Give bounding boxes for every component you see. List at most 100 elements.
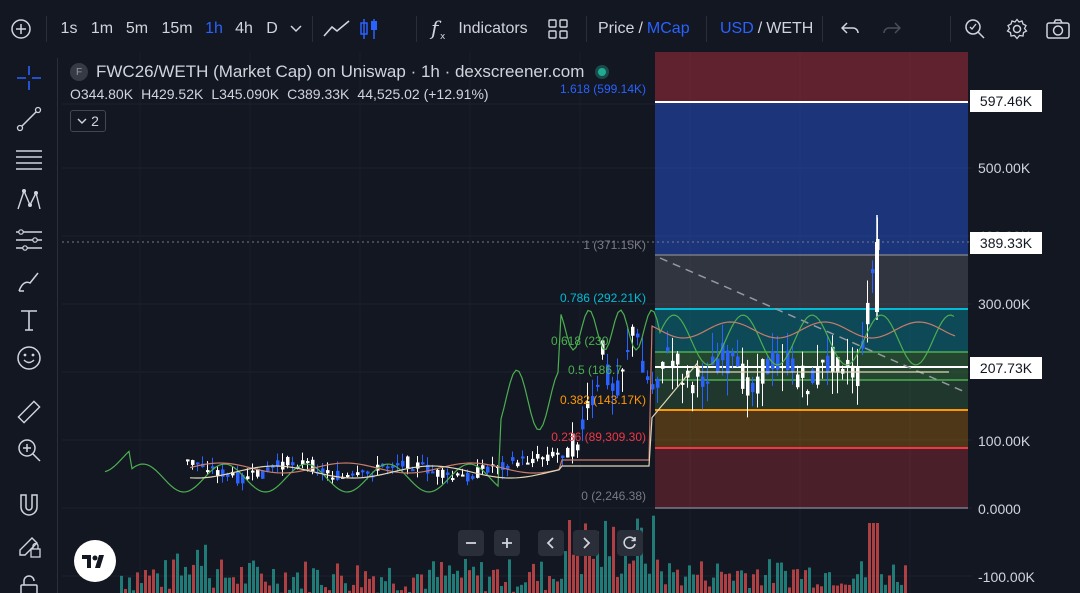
interval-15m[interactable]: 15m bbox=[158, 14, 196, 44]
redo-icon[interactable] bbox=[880, 14, 904, 44]
camera-icon[interactable] bbox=[1044, 14, 1072, 44]
volume-bar bbox=[580, 574, 583, 593]
volume-bar bbox=[780, 562, 783, 593]
candle-body bbox=[326, 470, 330, 474]
fib-retracement-icon[interactable] bbox=[11, 142, 47, 178]
currency-toggle[interactable]: USD / WETH bbox=[720, 14, 813, 44]
volume-bar bbox=[180, 575, 183, 593]
token-logo: F bbox=[70, 63, 88, 81]
fib-label-1618: 1.618 (599.14K) bbox=[559, 82, 646, 96]
tradingview-logo[interactable] bbox=[74, 540, 116, 582]
indicators-button[interactable]: Indicators bbox=[456, 14, 530, 44]
volume-bar bbox=[416, 574, 419, 593]
candle-body bbox=[736, 356, 740, 367]
pattern-icon[interactable] bbox=[11, 182, 47, 218]
layouts-icon[interactable] bbox=[546, 14, 570, 44]
volume-bar bbox=[752, 574, 755, 593]
volume-bar bbox=[412, 577, 415, 593]
lock-drawing-icon[interactable] bbox=[11, 528, 47, 564]
volume-bar bbox=[904, 565, 907, 593]
fib-label-1: 1 (371.15K) bbox=[583, 238, 646, 252]
volume-bar bbox=[284, 572, 287, 593]
drawing-toolbar bbox=[0, 58, 58, 593]
candle-body bbox=[366, 471, 370, 474]
fib-zone bbox=[655, 255, 968, 309]
candle-body bbox=[726, 350, 730, 374]
zoom-in-button[interactable] bbox=[494, 530, 520, 556]
volume-bar bbox=[452, 573, 455, 593]
fib-zone bbox=[655, 410, 968, 448]
volume-bar bbox=[820, 586, 823, 593]
candle-body bbox=[701, 376, 705, 387]
lock-icon[interactable] bbox=[11, 568, 47, 593]
volume-bar bbox=[644, 563, 647, 593]
candle-body bbox=[776, 353, 780, 370]
indicator-count: 2 bbox=[91, 113, 99, 129]
text-icon[interactable] bbox=[11, 302, 47, 338]
candle-body bbox=[691, 385, 695, 394]
candle-body bbox=[681, 382, 685, 385]
volume-bar bbox=[716, 563, 719, 593]
prediction-icon[interactable] bbox=[11, 222, 47, 258]
volume-bar bbox=[420, 574, 423, 593]
reset-chart-button[interactable] bbox=[617, 530, 643, 556]
fib-zone bbox=[655, 448, 968, 508]
candles-icon[interactable] bbox=[356, 14, 382, 44]
interval-4h[interactable]: 4h bbox=[230, 14, 258, 44]
scroll-right-icon bbox=[583, 537, 591, 549]
undo-icon[interactable] bbox=[838, 14, 862, 44]
chart-legend: F FWC26/WETH (Market Cap) on Uniswap · 1… bbox=[70, 60, 607, 132]
trend-line-icon[interactable] bbox=[11, 101, 47, 137]
indicators-toggle[interactable]: 2 bbox=[70, 110, 106, 132]
volume-bar bbox=[708, 586, 711, 593]
volume-bar bbox=[436, 576, 439, 593]
interval-1m[interactable]: 1m bbox=[86, 14, 118, 44]
brush-icon[interactable] bbox=[11, 264, 47, 300]
slash-text: / bbox=[757, 20, 763, 37]
candle-body bbox=[651, 384, 655, 390]
chart-type-icon[interactable] bbox=[320, 14, 354, 44]
search-settings-icon[interactable] bbox=[962, 14, 988, 44]
interval-d[interactable]: D bbox=[262, 14, 282, 44]
magnet-icon[interactable] bbox=[11, 488, 47, 524]
candle-body bbox=[631, 326, 635, 336]
interval-5m[interactable]: 5m bbox=[122, 14, 152, 44]
volume-bar bbox=[504, 581, 507, 593]
zoom-out-button[interactable] bbox=[458, 530, 484, 556]
toolbar-divider bbox=[950, 16, 951, 42]
price-mcap-toggle[interactable]: Price / MCap bbox=[598, 14, 694, 44]
candle-body bbox=[581, 419, 585, 430]
price-chart[interactable] bbox=[62, 52, 1080, 593]
volume-bar bbox=[508, 559, 511, 593]
volume-bar bbox=[832, 585, 835, 593]
volume-bar bbox=[252, 560, 255, 593]
ruler-icon[interactable] bbox=[11, 394, 47, 430]
volume-bar bbox=[236, 583, 239, 593]
chevron-down-icon[interactable] bbox=[286, 14, 306, 44]
scroll-left-button[interactable] bbox=[538, 530, 564, 556]
volume-bar bbox=[860, 561, 863, 593]
settings-icon[interactable] bbox=[1004, 14, 1030, 44]
emoji-icon[interactable] bbox=[11, 340, 47, 376]
interval-1s[interactable]: 1s bbox=[56, 14, 82, 44]
volume-bar bbox=[276, 583, 279, 593]
price-axis-label: 300.00K bbox=[978, 296, 1031, 312]
interval-1h[interactable]: 1h bbox=[200, 14, 228, 44]
crosshair-icon[interactable] bbox=[11, 60, 47, 96]
candle-body bbox=[871, 269, 875, 274]
candle-body bbox=[466, 472, 470, 482]
candle-body bbox=[656, 378, 660, 388]
volume-bar bbox=[764, 575, 767, 593]
volume-bar bbox=[856, 574, 859, 593]
volume-bar bbox=[792, 569, 795, 593]
indicators-icon[interactable]: fx bbox=[428, 14, 450, 44]
scroll-right-button[interactable] bbox=[573, 530, 599, 556]
symbol-title[interactable]: F FWC26/WETH (Market Cap) on Uniswap · 1… bbox=[70, 60, 607, 84]
add-symbol-icon[interactable] bbox=[6, 14, 36, 44]
volume-bar bbox=[608, 556, 611, 593]
volume-bar bbox=[352, 584, 355, 593]
price-axis-label: 500.00K bbox=[978, 160, 1031, 176]
zoom-in-icon[interactable] bbox=[11, 432, 47, 468]
candle-body bbox=[791, 358, 795, 372]
chart-canvas[interactable] bbox=[62, 52, 1080, 593]
